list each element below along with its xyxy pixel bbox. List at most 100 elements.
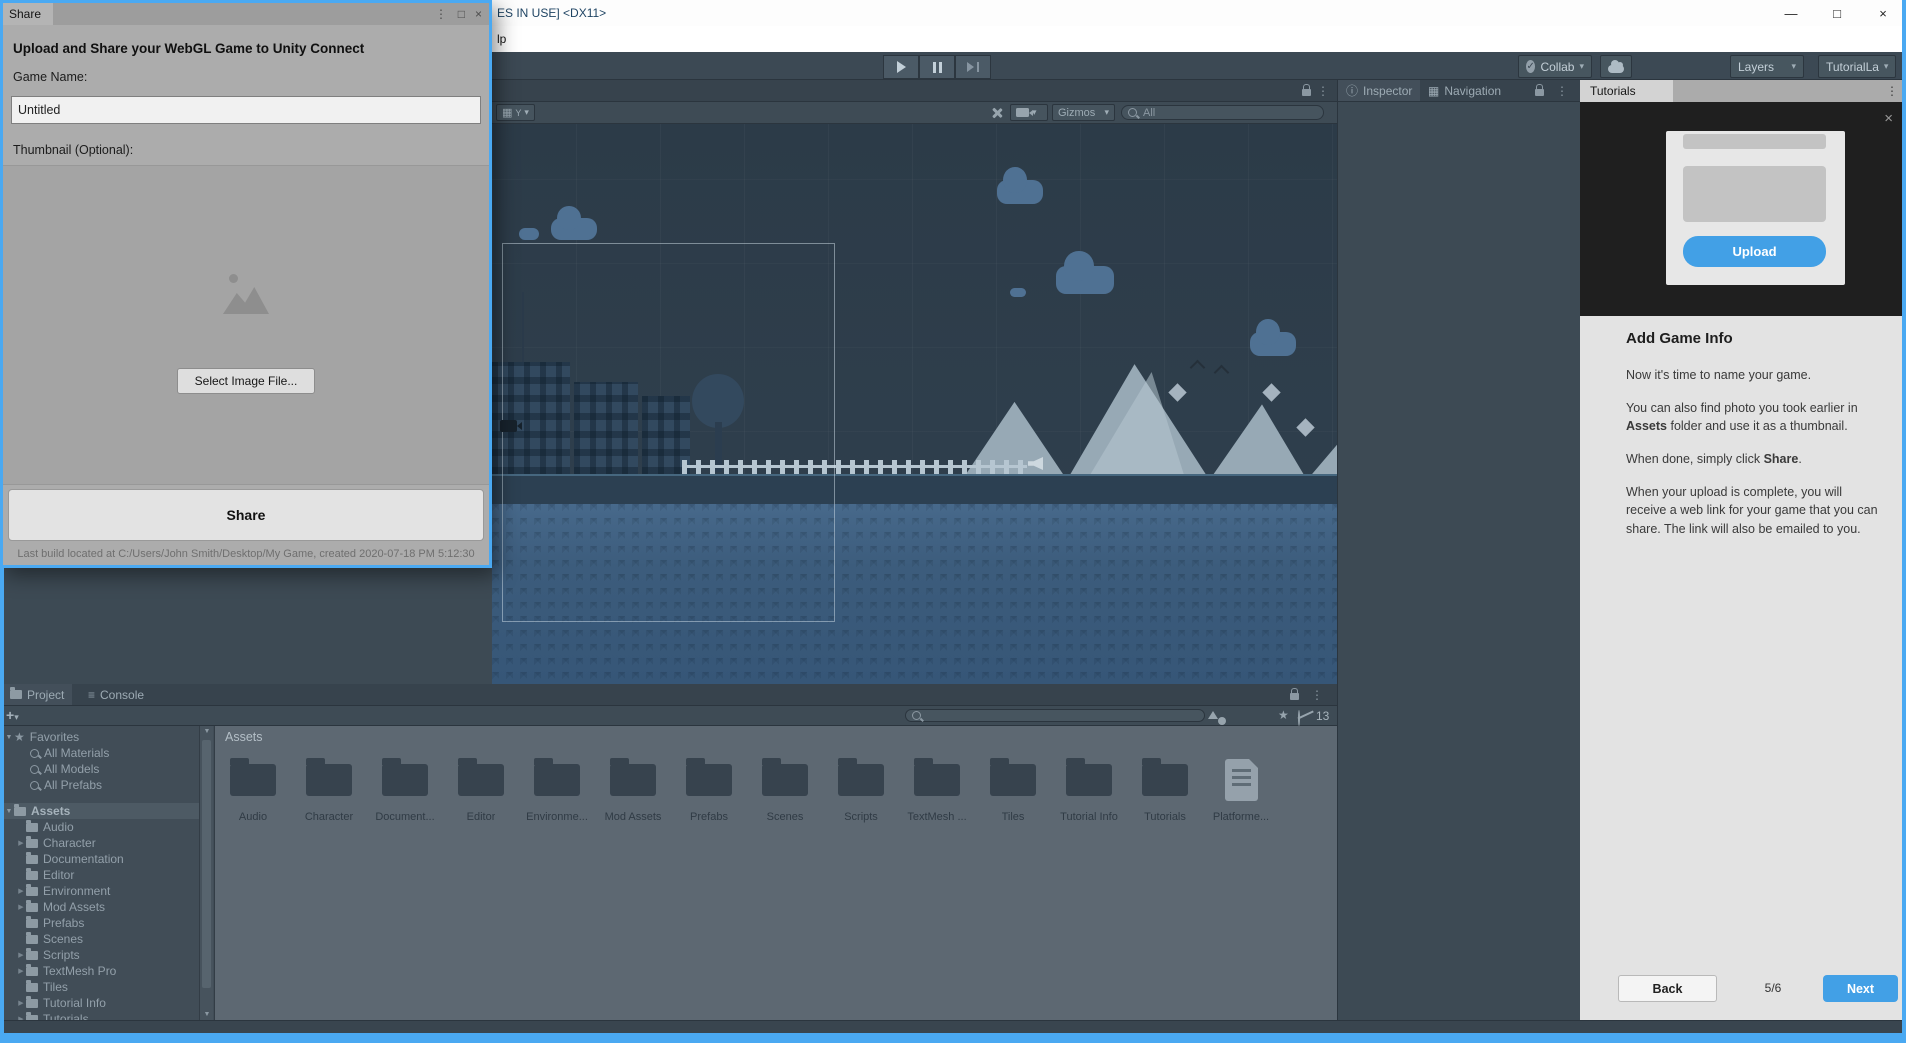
tree-scrollbar[interactable]: ▼ ▼ [199, 726, 213, 1020]
share-dialog-tab[interactable]: Share [3, 3, 53, 25]
asset-item[interactable]: Tutorial Info [1051, 752, 1127, 823]
hidden-count-eye-icon[interactable] [1298, 710, 1300, 726]
asset-item[interactable]: Audio [215, 752, 291, 823]
scene-search-input[interactable] [1141, 106, 1317, 120]
share-button[interactable]: Share [8, 489, 484, 541]
tab-inspector[interactable]: ⓘ Inspector [1338, 80, 1420, 101]
window-minimize-button[interactable]: — [1768, 0, 1814, 26]
asset-item[interactable]: Document... [367, 752, 443, 823]
asset-item[interactable]: Mod Assets [595, 752, 671, 823]
folder-icon [534, 764, 580, 796]
cloud-button[interactable] [1600, 55, 1632, 78]
maximize-icon[interactable]: □ [458, 7, 465, 21]
expand-arrow-icon[interactable]: ▶ [16, 951, 26, 959]
asset-item[interactable]: Platforme... [1203, 752, 1279, 823]
lock-icon[interactable] [1535, 89, 1544, 96]
add-asset-button[interactable]: +▾ [6, 707, 19, 723]
scroll-up-icon[interactable]: ▼ [200, 728, 214, 735]
asset-item[interactable]: TextMesh ... [899, 752, 975, 823]
window-close-button[interactable]: × [1860, 0, 1906, 26]
tree-item[interactable]: ▶ Audio [0, 819, 199, 835]
expand-arrow-icon[interactable]: ▼ [4, 734, 14, 741]
game-name-label: Game Name: [13, 70, 87, 84]
project-search-field[interactable] [905, 709, 1205, 722]
scene-search-field[interactable] [1121, 105, 1324, 120]
tab-console[interactable]: ≡ Console [80, 684, 152, 705]
tab-project[interactable]: Project [2, 684, 72, 705]
play-icon [897, 61, 906, 73]
asset-item[interactable]: Scenes [747, 752, 823, 823]
lock-icon[interactable] [1290, 693, 1299, 700]
lock-icon[interactable] [1302, 89, 1311, 96]
tree-item[interactable]: ▶ Prefabs [0, 915, 199, 931]
favorites-item[interactable]: All Materials [0, 745, 199, 761]
kebab-menu-icon[interactable]: ⋮ [435, 7, 447, 21]
expand-arrow-icon[interactable]: ▶ [16, 839, 26, 847]
layout-dropdown[interactable]: TutorialLa ▾ [1818, 55, 1896, 78]
close-icon[interactable]: × [1884, 110, 1893, 127]
asset-item[interactable]: Environme... [519, 752, 595, 823]
gizmos-dropdown[interactable]: Gizmos ▾ [1052, 104, 1115, 121]
select-image-button[interactable]: Select Image File... [177, 368, 315, 394]
expand-arrow-icon[interactable]: ▶ [16, 999, 26, 1007]
kebab-menu-icon[interactable]: ⋮ [1556, 84, 1568, 98]
tree-item[interactable]: ▶ Editor [0, 867, 199, 883]
favorites-item[interactable]: All Prefabs [0, 777, 199, 793]
expand-arrow-icon[interactable]: ▶ [16, 967, 26, 975]
favorites-item[interactable]: All Models [0, 761, 199, 777]
assets-root-row[interactable]: ▼ Assets [0, 803, 199, 819]
expand-arrow-icon[interactable]: ▶ [16, 903, 26, 911]
search-icon [30, 781, 39, 790]
scrollbar-thumb[interactable] [202, 740, 211, 988]
back-button[interactable]: Back [1618, 975, 1717, 1002]
collab-dropdown[interactable]: ✓ Collab ▾ [1518, 55, 1592, 78]
tab-tutorials[interactable]: Tutorials [1580, 80, 1673, 102]
play-button[interactable] [883, 55, 919, 79]
pause-button[interactable] [919, 55, 955, 79]
tab-navigation[interactable]: ▦ Navigation [1420, 80, 1509, 101]
asset-item[interactable]: Scripts [823, 752, 899, 823]
tree-item[interactable]: ▶ Tutorials [0, 1011, 199, 1020]
folder-icon [382, 764, 428, 796]
tree-item[interactable]: ▶ Scenes [0, 931, 199, 947]
expand-arrow-icon[interactable]: ▶ [16, 887, 26, 895]
project-search-input[interactable] [925, 709, 1198, 723]
close-icon[interactable]: × [475, 7, 482, 21]
window-maximize-button[interactable]: □ [1814, 0, 1860, 26]
component-tools-button[interactable] [986, 104, 1008, 121]
tree-item[interactable]: ▶ Mod Assets [0, 899, 199, 915]
folder-icon [26, 919, 38, 928]
asset-item[interactable]: Prefabs [671, 752, 747, 823]
scene-viewport[interactable] [492, 124, 1337, 684]
menu-item-help-partial[interactable]: lp [497, 32, 506, 46]
folder-icon [1142, 764, 1188, 796]
grid-visibility-dropdown[interactable]: ▦ Y ▾ [496, 104, 535, 121]
asset-item[interactable]: Editor [443, 752, 519, 823]
kebab-menu-icon[interactable]: ⋮ [1886, 84, 1898, 98]
kebab-menu-icon[interactable]: ⋮ [1311, 688, 1323, 702]
tree-item[interactable]: ▶ Tutorial Info [0, 995, 199, 1011]
tree-item[interactable]: ▶ Environment [0, 883, 199, 899]
tree-item[interactable]: ▶ Tiles [0, 979, 199, 995]
step-button[interactable] [955, 55, 991, 79]
next-button[interactable]: Next [1823, 975, 1898, 1002]
scroll-down-icon[interactable]: ▼ [200, 1011, 214, 1018]
scene-camera-dropdown[interactable]: ▾ [1010, 104, 1048, 121]
tree-item[interactable]: ▶ Scripts [0, 947, 199, 963]
tree-item[interactable]: ▶ Character [0, 835, 199, 851]
asset-item[interactable]: Tiles [975, 752, 1051, 823]
info-icon: ⓘ [1346, 82, 1358, 99]
play-controls [883, 55, 991, 79]
layers-dropdown[interactable]: Layers ▾ [1730, 55, 1804, 78]
share-dialog-titlebar[interactable]: Share ⋮ □ × [3, 3, 489, 25]
expand-arrow-icon[interactable]: ▼ [4, 808, 14, 815]
asset-item[interactable]: Character [291, 752, 367, 823]
favorites-header[interactable]: ▼ ★ Favorites [0, 729, 199, 745]
tree-item[interactable]: ▶ Documentation [0, 851, 199, 867]
kebab-menu-icon[interactable]: ⋮ [1317, 84, 1329, 98]
favorites-star-icon[interactable]: ★ [1278, 708, 1289, 722]
asset-item[interactable]: Tutorials [1127, 752, 1203, 823]
asset-label: Character [305, 811, 353, 823]
tree-item[interactable]: ▶ TextMesh Pro [0, 963, 199, 979]
game-name-input[interactable] [11, 96, 481, 124]
